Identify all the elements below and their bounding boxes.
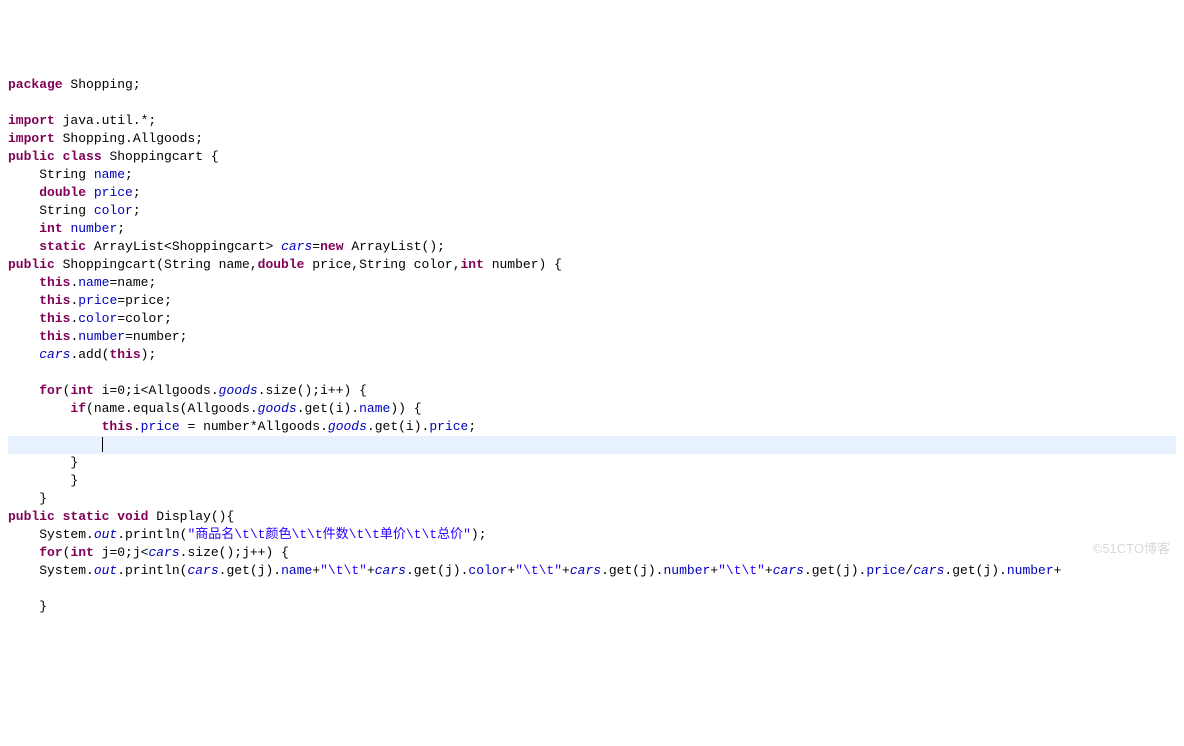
line-16: cars.add(this);	[8, 347, 156, 362]
line-4: import Shopping.Allgoods;	[8, 131, 203, 146]
line-13: this.price=price;	[8, 293, 172, 308]
watermark: ©51CTO博客	[1093, 540, 1170, 558]
line-28: System.out.println(cars.get(j).name+"\t\…	[8, 563, 1061, 578]
line-30: }	[8, 599, 47, 614]
line-23: }	[8, 473, 78, 488]
line-10: static ArrayList<Shoppingcart> cars=new …	[8, 239, 445, 254]
line-25: public static void Display(){	[8, 509, 234, 524]
line-27: for(int j=0;j<cars.size();j++) {	[8, 545, 289, 560]
line-18: for(int i=0;i<Allgoods.goods.size();i++)…	[8, 383, 367, 398]
line-24: }	[8, 491, 47, 506]
line-14: this.color=color;	[8, 311, 172, 326]
code-block: package Shopping; import java.util.*; im…	[8, 76, 1176, 616]
line-21-highlighted	[8, 436, 1176, 454]
line-12: this.name=name;	[8, 275, 156, 290]
line-22: }	[8, 455, 78, 470]
line-15: this.number=number;	[8, 329, 187, 344]
line-3: import java.util.*;	[8, 113, 156, 128]
cursor-icon	[102, 437, 103, 452]
line-20: this.price = number*Allgoods.goods.get(i…	[8, 419, 476, 434]
line-8: String color;	[8, 203, 141, 218]
line-19: if(name.equals(Allgoods.goods.get(i).nam…	[8, 401, 422, 416]
line-26: System.out.println("商品名\t\t颜色\t\t件数\t\t单…	[8, 527, 487, 542]
line-11: public Shoppingcart(String name,double p…	[8, 257, 562, 272]
line-9: int number;	[8, 221, 125, 236]
line-5: public class Shoppingcart {	[8, 149, 219, 164]
line-7: double price;	[8, 185, 141, 200]
line-6: String name;	[8, 167, 133, 182]
line-1: package Shopping;	[8, 77, 141, 92]
